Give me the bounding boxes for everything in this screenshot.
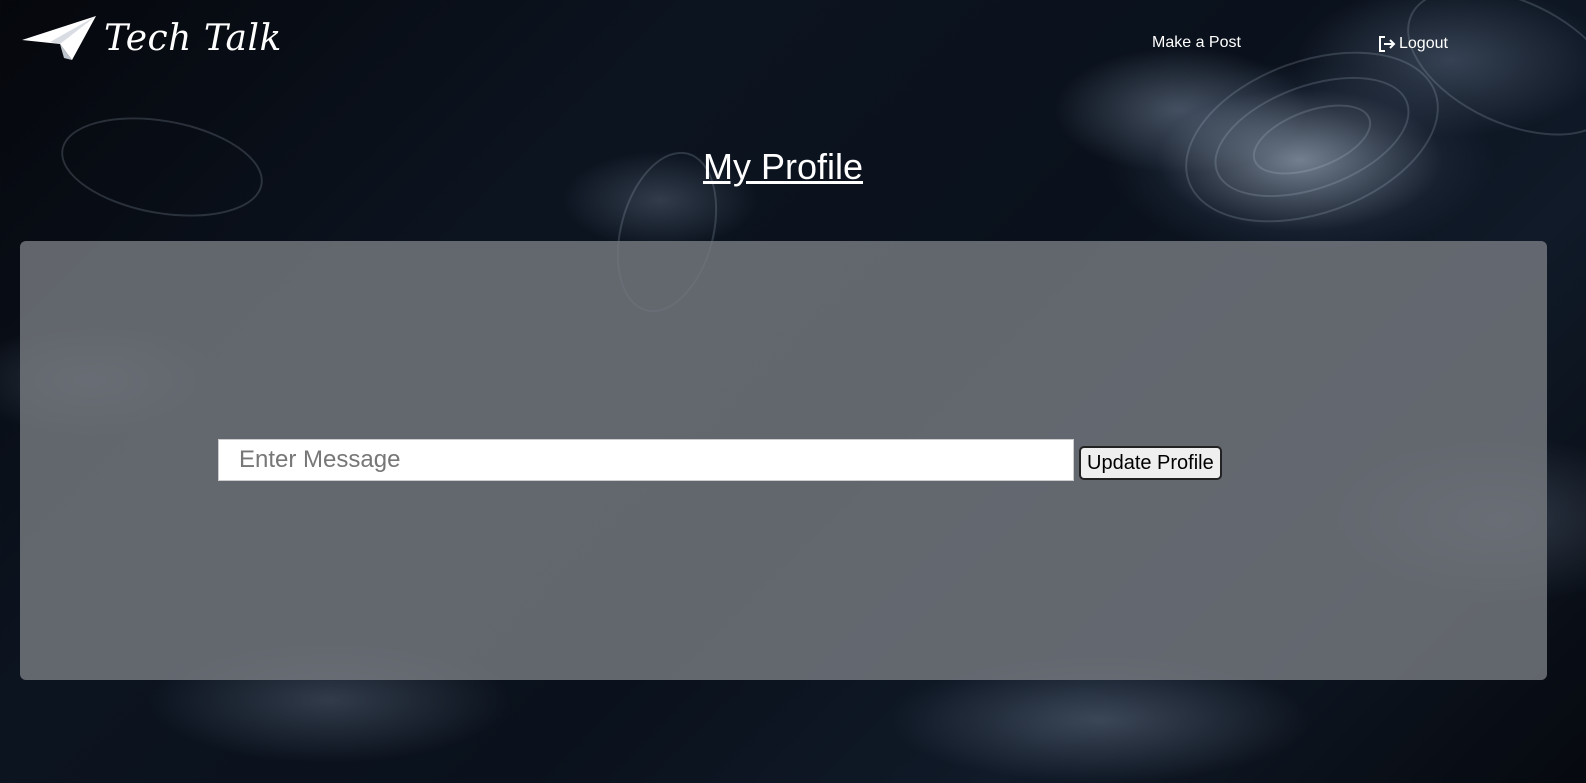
page-title: My Profile [702,146,864,187]
update-profile-button[interactable]: Update Profile [1079,446,1222,480]
site-logo[interactable]: Tech Talk [20,14,282,62]
logout-link[interactable]: Logout [1377,34,1448,54]
paper-plane-icon [22,16,96,60]
message-input[interactable] [218,439,1074,481]
logout-icon [1379,36,1396,52]
make-post-link[interactable]: Make a Post [1152,34,1241,52]
background-swirl [1384,0,1586,166]
logo-text: Tech Talk [104,17,282,59]
profile-card: Update Profile [20,241,1547,680]
background-swirl [1161,19,1463,255]
background-swirl [1198,53,1426,221]
logout-label: Logout [1399,35,1448,52]
